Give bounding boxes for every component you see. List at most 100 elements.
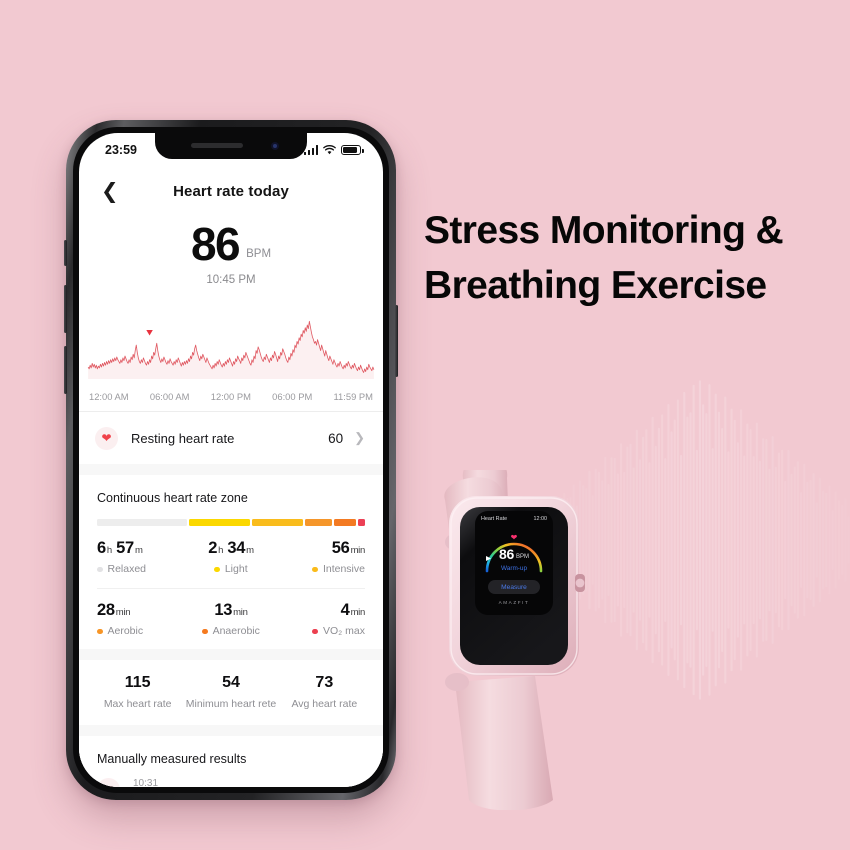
zone-row-divider: [97, 588, 365, 590]
stat-value: 54: [222, 674, 240, 692]
front-camera-icon: [271, 142, 279, 150]
zone-label: Anaerobic: [186, 625, 275, 637]
phone-screen: 23:59 ❮ Heart rate today 86 BPM 10:45 PM…: [79, 133, 383, 787]
zone-color-dot: [97, 566, 103, 573]
current-hr-value-row: 86 BPM: [79, 218, 383, 270]
stat-avg-heart-rate: 73 Avg heart rate: [278, 674, 371, 710]
x-tick-2: 12:00 PM: [210, 391, 251, 403]
stat-value: 115: [124, 674, 151, 692]
watch-status-row: Heart Rate 12:00: [475, 511, 553, 522]
headline-line-2: Breathing Exercise: [424, 264, 767, 308]
heart-icon: ❤: [95, 426, 118, 450]
section-divider: [79, 649, 383, 661]
x-tick-4: 11:59 PM: [333, 391, 373, 403]
page-title: Stress Monitoring & Breathing Exercise: [424, 203, 844, 314]
current-hr-time: 10:45 PM: [206, 274, 256, 287]
chevron-left-icon[interactable]: ❮: [101, 173, 119, 209]
manual-results-section: Manually measured results ❤ 10:31: [79, 736, 383, 787]
stat-label: Max heart rate: [103, 698, 172, 711]
zone-label: VO₂ max: [276, 625, 365, 637]
stat-value: 73: [315, 674, 334, 692]
zone-duration: 56min: [331, 539, 365, 558]
x-tick-3: 06:00 PM: [272, 391, 313, 403]
hr-zone-bar-segment-4: [333, 519, 356, 527]
hr-chart-x-axis: 12:00 AM 06:00 AM 12:00 PM 06:00 PM 11:5…: [79, 384, 383, 413]
earpiece-speaker: [191, 143, 243, 148]
battery-icon: [341, 145, 364, 155]
watch-brand-logo: AMAZFIT: [498, 600, 530, 605]
app-header: ❮ Heart rate today: [79, 173, 383, 209]
chevron-right-icon: ❯: [354, 430, 365, 446]
zone-color-dot: [202, 628, 208, 635]
section-divider: [79, 725, 383, 737]
phone-notch: [155, 133, 307, 159]
zone-duration: 4min: [340, 601, 366, 620]
stat-minimum-heart-rete: 54 Minimum heart rete: [184, 674, 277, 710]
hr-zone-bar-segment-3: [305, 519, 332, 527]
hr-chart[interactable]: [79, 306, 383, 384]
headline-line-1: Stress Monitoring &: [424, 209, 784, 252]
hr-zone-bar-segment-0: [97, 519, 188, 527]
watch-hr-state: Warm-up: [500, 565, 528, 572]
zone-duration: 13min: [214, 601, 248, 620]
watch-bpm-number: 86: [499, 546, 514, 562]
zone-label: Relaxed: [97, 563, 186, 575]
volume-up-button[interactable]: [64, 285, 67, 333]
hr-zone-bar-segment-2: [251, 519, 304, 527]
hr-zone-cell-vo₂-max: 4min VO₂ max: [276, 601, 365, 637]
resting-heart-rate-label: Resting heart rate: [131, 430, 235, 446]
hr-chart-svg: [87, 321, 375, 380]
zone-label: Intensive: [276, 563, 365, 575]
x-tick-0: 12:00 AM: [89, 391, 129, 403]
hr-zone-bar-segment-1: [189, 519, 250, 527]
watch-measure-button[interactable]: Measure: [488, 580, 540, 594]
watch-screen: Heart Rate 12:00 ❤ 86 BPM Warm-up Measur…: [475, 511, 553, 615]
phone-bezel: 23:59 ❮ Heart rate today 86 BPM 10:45 PM…: [73, 127, 389, 793]
app-content: 86 BPM 10:45 PM 12:00 AM 06:00 AM 12:00 …: [79, 209, 383, 787]
hr-zone-row-2: 28min Aerobic 13min Anaerobic 4min VO₂ max: [97, 601, 365, 637]
volume-down-button[interactable]: [64, 346, 67, 394]
watch-bpm-value: 86 BPM: [499, 547, 529, 561]
zone-section-title: Continuous heart rate zone: [97, 491, 248, 506]
hr-zone-cell-intensive: 56min Intensive: [276, 539, 365, 575]
manual-result-time: 10:31: [133, 778, 159, 787]
hr-zone-cell-anaerobic: 13min Anaerobic: [186, 601, 275, 637]
zone-color-dot: [97, 628, 103, 635]
hr-zone-bar-segment-5: [357, 519, 365, 527]
zone-duration: 28min: [97, 601, 131, 620]
current-hr-block: 86 BPM 10:45 PM: [79, 209, 383, 286]
manual-results-title: Manually measured results: [97, 752, 247, 767]
smartwatch: Heart Rate 12:00 ❤ 86 BPM Warm-up Measur…: [415, 470, 615, 810]
current-hr-number: 86: [190, 218, 241, 270]
smartphone: 23:59 ❮ Heart rate today 86 BPM 10:45 PM…: [64, 120, 398, 800]
heart-icon: ❤: [97, 778, 120, 787]
status-bar-time: 23:59: [105, 143, 137, 157]
hr-zone-bar: [97, 519, 365, 527]
stat-max-heart-rate: 115 Max heart rate: [91, 674, 184, 710]
stat-label: Avg heart rate: [291, 698, 358, 711]
mute-switch[interactable]: [64, 240, 67, 266]
zone-label: Aerobic: [97, 625, 186, 637]
continuous-hr-zone-section: Continuous heart rate zone 6h 57m Relaxed…: [79, 475, 383, 650]
zone-duration: 6h 57m: [97, 539, 143, 558]
hr-zone-cell-light: 2h 34m Light: [186, 539, 275, 575]
zone-color-dot: [312, 566, 318, 573]
current-hr-unit: BPM: [246, 248, 272, 261]
list-item[interactable]: ❤ 10:31: [97, 766, 365, 787]
stat-label: Minimum heart rete: [185, 698, 277, 711]
hr-zone-cell-aerobic: 28min Aerobic: [97, 601, 186, 637]
wifi-icon: [323, 145, 336, 155]
zone-color-dot: [312, 628, 318, 635]
power-button[interactable]: [395, 305, 398, 377]
zone-color-dot: [214, 566, 220, 573]
hr-zone-row-1: 6h 57m Relaxed 2h 34m Light 56min Intensive: [97, 539, 365, 575]
hr-summary-stats: 115 Max heart rate 54 Minimum heart rete 73 A…: [79, 660, 383, 726]
heart-icon: ❤: [510, 533, 518, 542]
hr-zone-cell-relaxed: 6h 57m Relaxed: [97, 539, 186, 575]
watch-hr-dial: ❤ 86 BPM Warm-up: [475, 522, 553, 578]
watch-bpm-unit: BPM: [515, 554, 529, 560]
resting-heart-rate-row[interactable]: ❤ Resting heart rate 60 ❯: [79, 412, 383, 465]
resting-heart-rate-value: 60: [328, 430, 344, 446]
status-bar-indicators: [303, 145, 364, 155]
x-tick-1: 06:00 AM: [149, 391, 190, 403]
